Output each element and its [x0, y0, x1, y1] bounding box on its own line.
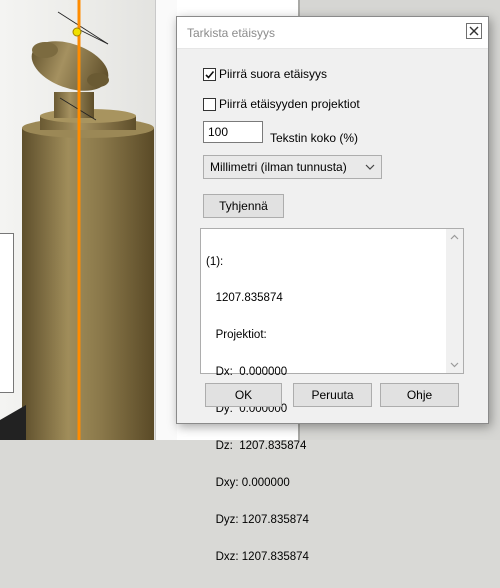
- draw-direct-distance-option[interactable]: Piirrä suora etäisyys: [203, 67, 327, 81]
- unit-select-value: Millimetri (ilman tunnusta): [210, 160, 347, 174]
- dialog-titlebar[interactable]: Tarkista etäisyys: [177, 17, 488, 49]
- cancel-button[interactable]: Peruuta: [293, 383, 372, 407]
- measure-point: [72, 27, 82, 37]
- results-list: (1): 1207.835874 Projektiot: Dx: 0.00000…: [206, 231, 309, 588]
- floor-edge: [0, 405, 26, 440]
- close-icon: [469, 26, 479, 36]
- dialog-title: Tarkista etäisyys: [187, 26, 276, 40]
- help-button[interactable]: Ohje: [380, 383, 459, 407]
- results-scrollbar[interactable]: [446, 229, 463, 373]
- draw-projection-checkbox[interactable]: [203, 97, 216, 111]
- result-line: Dz: 1207.835874: [206, 440, 307, 453]
- unit-select[interactable]: Millimetri (ilman tunnusta): [203, 155, 382, 179]
- clear-button[interactable]: Tyhjennä: [203, 194, 284, 218]
- check-icon: [205, 70, 215, 79]
- scroll-down-icon[interactable]: [450, 362, 459, 368]
- result-line: 1207.835874: [206, 292, 283, 305]
- check-distance-dialog: Tarkista etäisyys Piirrä suora etäisyys …: [176, 16, 489, 563]
- draw-direct-distance-label: Piirrä suora etäisyys: [219, 67, 328, 81]
- scroll-up-icon[interactable]: [450, 234, 459, 240]
- results-textarea[interactable]: (1): 1207.835874 Projektiot: Dx: 0.00000…: [200, 228, 464, 563]
- result-line: (1):: [206, 255, 224, 268]
- ok-button[interactable]: OK: [205, 383, 282, 407]
- result-line: Projektiot:: [206, 329, 267, 342]
- draw-direct-distance-checkbox[interactable]: [203, 67, 216, 81]
- result-line: Dx: 0.000000: [206, 366, 288, 379]
- result-line: Dxy: 0.000000: [206, 476, 290, 489]
- chevron-down-icon: [365, 164, 375, 170]
- result-line: Dyz: 1207.835874: [206, 513, 309, 526]
- text-size-label: Tekstin koko (%): [270, 131, 359, 145]
- close-button[interactable]: [466, 23, 482, 39]
- result-line: Dxz: 1207.835874: [206, 550, 309, 563]
- text-size-input[interactable]: [203, 121, 263, 143]
- construction-line: [57, 11, 109, 45]
- draw-projection-option[interactable]: Piirrä etäisyyden projektiot: [203, 97, 360, 111]
- column-shaft: [22, 128, 154, 440]
- draw-projection-label: Piirrä etäisyyden projektiot: [219, 97, 360, 111]
